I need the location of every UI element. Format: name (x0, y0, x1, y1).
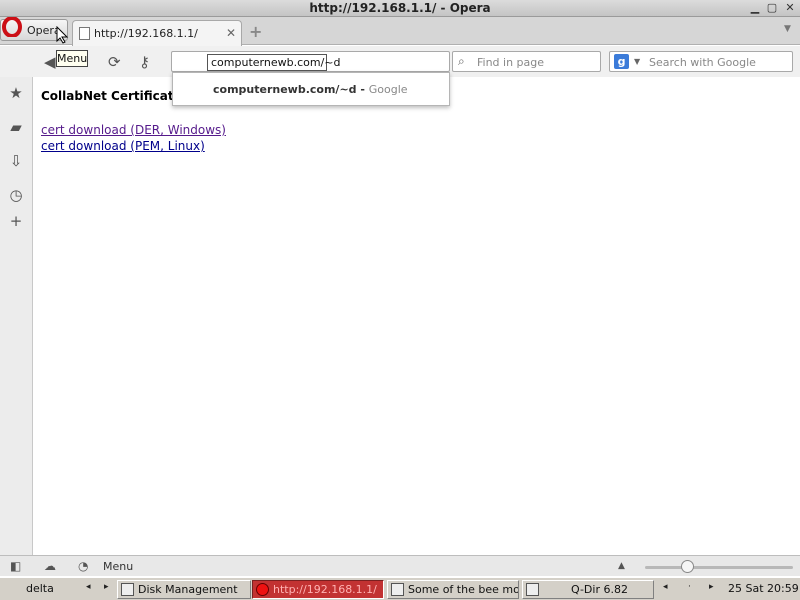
disk-icon (121, 583, 134, 596)
suggestion-separator: - (356, 83, 369, 96)
task-prev-icon[interactable]: ◂ (663, 582, 668, 592)
close-window-button[interactable]: ✕ (783, 1, 797, 15)
downloads-icon[interactable]: ⇩ (8, 153, 24, 169)
cert-pem-link[interactable]: cert download (PEM, Linux) (41, 139, 205, 153)
document-icon (391, 583, 404, 596)
window-title: http://192.168.1.1/ - Opera (309, 1, 491, 15)
panel-toggle-icon[interactable]: ◧ (10, 559, 21, 573)
status-bar: ◧ ☁ ◔ Menu ▲ (0, 555, 800, 576)
address-bar[interactable]: computernewb.com/~d (171, 51, 450, 72)
status-menu-label[interactable]: Menu (103, 560, 133, 573)
task-label: Disk Management (138, 583, 238, 596)
qdir-icon (526, 583, 539, 596)
task-next-icon[interactable]: ▸ (709, 582, 714, 592)
workspace-prev-icon[interactable]: ◂ (86, 582, 91, 592)
back-arrow-icon[interactable]: ◀ (44, 53, 56, 71)
tab-close-icon[interactable]: ✕ (226, 26, 236, 40)
task-label: http://192.168.1.1/ (273, 583, 377, 596)
opera-logo-icon (2, 17, 22, 37)
task-disk-management[interactable]: Disk Management (117, 580, 251, 599)
reload-icon[interactable]: ⟳ (108, 53, 121, 71)
find-in-page-field[interactable]: ⌕ Find in page (452, 51, 601, 72)
add-panel-icon[interactable]: + (8, 213, 24, 229)
task-more-icon[interactable]: · (688, 582, 691, 592)
tab-bar: Opera http://192.168.1.1/ ✕ + ▼ (0, 17, 800, 46)
task-qdir[interactable]: Q-Dir 6.82 (522, 580, 654, 599)
google-icon[interactable]: g (614, 54, 629, 69)
taskbar: delta ◂ ▸ Disk Management http://192.168… (0, 577, 800, 600)
workspace-next-icon[interactable]: ▸ (104, 582, 109, 592)
cert-der-link[interactable]: cert download (DER, Windows) (41, 123, 226, 137)
menu-tooltip: Menu (56, 50, 88, 67)
speed-dial-icon[interactable]: ◔ (78, 559, 88, 573)
find-placeholder: Find in page (477, 56, 545, 69)
key-icon[interactable]: ⚷ (139, 53, 150, 71)
tab-current[interactable]: http://192.168.1.1/ ✕ (72, 20, 242, 46)
suggestion-item[interactable]: computernewb.com/~d - Google (213, 83, 408, 96)
task-label: Some of the bee mo... (408, 583, 519, 596)
search-placeholder: Search with Google (649, 56, 756, 69)
page-icon (79, 27, 90, 40)
maximize-button[interactable]: ▢ (765, 1, 779, 15)
history-clock-icon[interactable]: ◷ (8, 187, 24, 203)
sync-cloud-icon[interactable]: ☁ (44, 559, 56, 573)
address-suggestion-dropdown: computernewb.com/~d - Google (172, 72, 450, 106)
web-search-field[interactable]: g ▼ Search with Google (609, 51, 793, 72)
address-input[interactable]: computernewb.com/~d (207, 54, 340, 71)
minimize-button[interactable]: ▁ (748, 1, 762, 15)
tab-label: http://192.168.1.1/ (94, 27, 198, 40)
bookmarks-star-icon[interactable]: ★ (8, 85, 24, 101)
tab-menu-chevron-icon[interactable]: ▼ (784, 24, 791, 34)
zoom-slider-track[interactable] (645, 566, 793, 569)
new-tab-icon[interactable]: + (249, 22, 262, 41)
notes-icon[interactable]: ▰ (8, 119, 24, 135)
clock: 25 Sat 20:59 (728, 582, 799, 595)
mouse-cursor-icon (56, 26, 69, 44)
window-titlebar[interactable]: http://192.168.1.1/ - Opera ▁ ▢ ✕ (0, 0, 800, 17)
chevron-down-icon[interactable]: ▼ (634, 57, 640, 66)
task-opera[interactable]: http://192.168.1.1/ (252, 580, 384, 599)
opera-icon (256, 583, 269, 596)
suggestion-url: computernewb.com/~d (213, 83, 357, 96)
zoom-up-icon[interactable]: ▲ (618, 561, 625, 571)
workspace-name: delta (26, 582, 54, 595)
zoom-slider-thumb[interactable] (681, 560, 694, 573)
sidebar-panel: ★ ▰ ⇩ ◷ + (0, 77, 33, 555)
page-content: CollabNet Certificate cert download (DER… (34, 77, 800, 555)
page-heading: CollabNet Certificate (41, 89, 182, 103)
search-icon: ⌕ (458, 54, 465, 68)
task-label: Q-Dir 6.82 (571, 583, 628, 596)
task-bee-document[interactable]: Some of the bee mo... (387, 580, 519, 599)
suggestion-source: Google (368, 83, 408, 96)
